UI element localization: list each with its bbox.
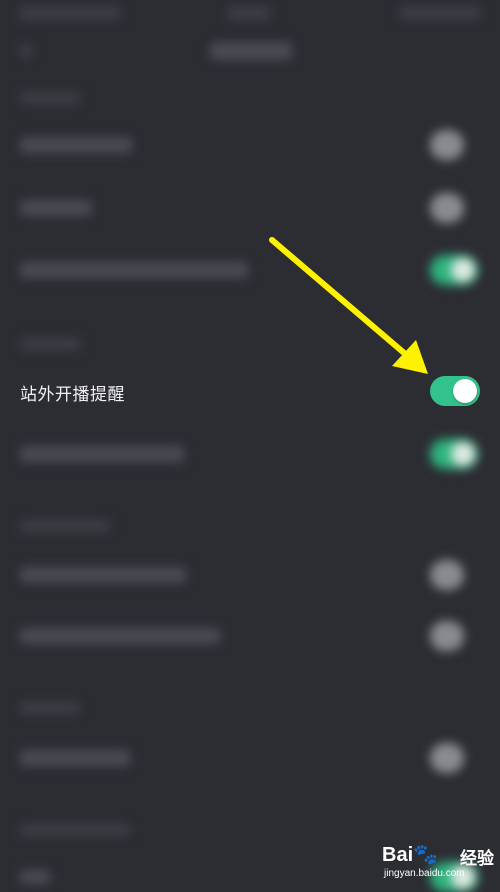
jingyan-text: 经验 [460, 849, 494, 868]
baidu-jingyan-watermark: Bai🐾 经验 jingyan.baidu.com [382, 838, 498, 886]
baidu-logo: Bai🐾 [382, 844, 439, 866]
arrow-down-right-icon [269, 237, 428, 374]
paw-icon: 🐾 [413, 844, 439, 866]
watermark-url: jingyan.baidu.com [384, 868, 465, 879]
